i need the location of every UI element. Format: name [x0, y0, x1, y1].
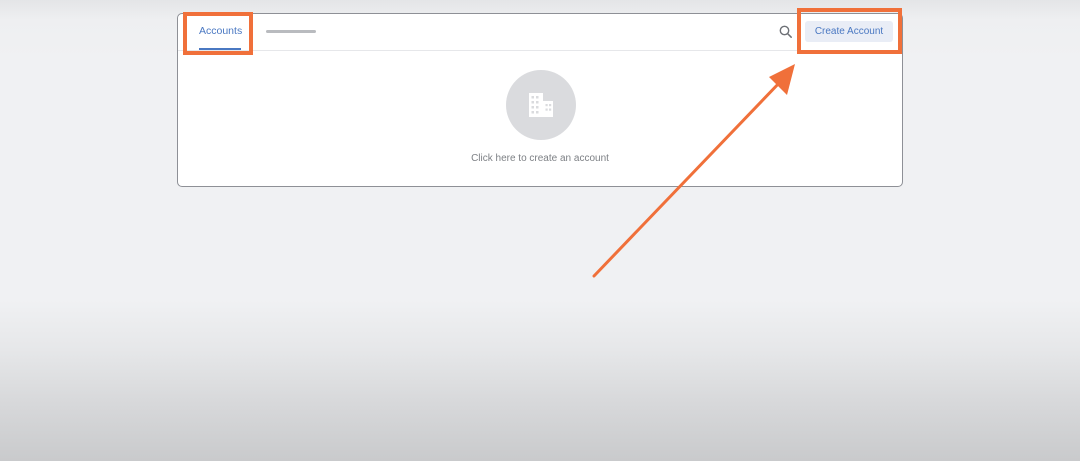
active-tab-indicator [199, 48, 241, 50]
empty-state-illustration[interactable] [506, 70, 576, 140]
card-header: Accounts Create Account [178, 14, 902, 51]
accounts-card: Accounts Create Account Click here to cr… [177, 13, 903, 187]
empty-state-message[interactable]: Click here to create an account [178, 153, 902, 164]
tab-placeholder [266, 30, 316, 33]
search-icon[interactable] [778, 24, 794, 40]
create-account-button[interactable]: Create Account [805, 21, 893, 42]
tab-accounts[interactable]: Accounts [199, 25, 242, 37]
building-icon [529, 93, 553, 117]
